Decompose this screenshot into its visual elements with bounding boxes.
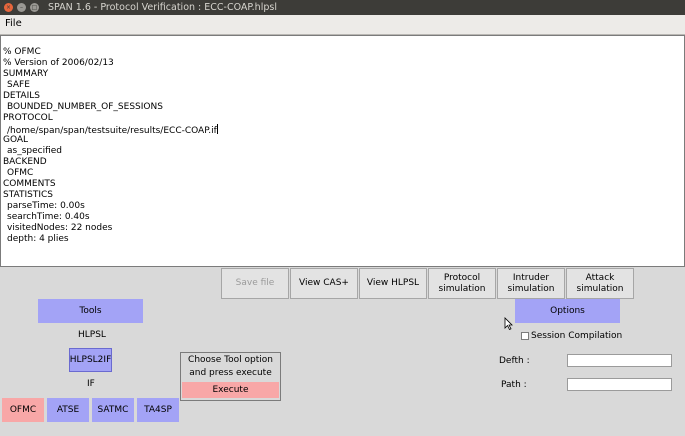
save-file-button[interactable]: Save file — [221, 268, 289, 299]
output-line: /home/span/span/testsuite/results/ECC-CO… — [7, 126, 217, 136]
menu-bar: File — [0, 15, 685, 35]
menu-file[interactable]: File — [5, 18, 22, 29]
execute-button[interactable]: Execute — [182, 382, 279, 398]
minimize-window-icon[interactable]: – — [17, 3, 26, 12]
backend-satmc-button[interactable]: SATMC — [92, 398, 134, 422]
output-line: as_specified — [7, 146, 63, 156]
session-compilation-checkbox[interactable] — [521, 332, 529, 340]
output-line: depth: 4 plies — [7, 234, 69, 244]
hlpsl-label: HLPSL — [78, 330, 106, 340]
depth-label: Defth : — [499, 356, 530, 366]
depth-field[interactable] — [567, 354, 672, 367]
output-line: OFMC — [7, 168, 34, 178]
output-line: BACKEND — [3, 157, 47, 167]
mouse-cursor-icon — [504, 317, 513, 330]
tools-header: Tools — [38, 299, 143, 323]
output-line: PROTOCOL — [3, 113, 53, 123]
path-label: Path : — [501, 380, 527, 390]
title-bar: × – □ SPAN 1.6 - Protocol Verification :… — [0, 0, 685, 15]
output-line-with-caret: /home/span/span/testsuite/results/ECC-CO… — [7, 124, 218, 136]
output-line: DETAILS — [3, 91, 40, 101]
window-title: SPAN 1.6 - Protocol Verification : ECC-C… — [48, 2, 277, 13]
options-header: Options — [515, 299, 620, 323]
if-label: IF — [87, 379, 95, 389]
output-line: % OFMC — [3, 47, 41, 57]
output-line: STATISTICS — [3, 190, 53, 200]
execute-panel: Choose Tool option and press execute Exe… — [180, 352, 281, 401]
output-line: SUMMARY — [3, 69, 49, 79]
output-line: parseTime: 0.00s — [7, 201, 85, 211]
backend-ofmc-button[interactable]: OFMC — [2, 398, 44, 422]
output-text-area[interactable]: % OFMC % Version of 2006/02/13 SUMMARY S… — [0, 35, 685, 267]
output-line: GOAL — [3, 135, 29, 145]
close-window-icon[interactable]: × — [4, 3, 13, 12]
text-caret — [216, 124, 218, 134]
maximize-window-icon[interactable]: □ — [30, 3, 39, 12]
backend-atse-button[interactable]: ATSE — [47, 398, 89, 422]
view-cas-button[interactable]: View CAS+ — [290, 268, 358, 299]
path-field[interactable] — [567, 378, 672, 391]
hlpsl2if-button[interactable]: HLPSL2IF — [69, 348, 112, 372]
output-line: visitedNodes: 22 nodes — [7, 223, 113, 233]
output-line: searchTime: 0.40s — [7, 212, 90, 222]
output-line: SAFE — [7, 80, 30, 90]
session-compilation-label: Session Compilation — [531, 331, 623, 341]
backend-ta4sp-button[interactable]: TA4SP — [137, 398, 179, 422]
output-line: % Version of 2006/02/13 — [3, 58, 114, 68]
execute-instruction: Choose Tool option and press execute — [188, 355, 273, 378]
intruder-simulation-button[interactable]: Intruder simulation — [497, 268, 565, 299]
attack-simulation-button[interactable]: Attack simulation — [566, 268, 634, 299]
view-hlpsl-button[interactable]: View HLPSL — [359, 268, 427, 299]
output-line: COMMENTS — [3, 179, 56, 189]
output-line: BOUNDED_NUMBER_OF_SESSIONS — [7, 102, 163, 112]
protocol-simulation-button[interactable]: Protocol simulation — [428, 268, 496, 299]
